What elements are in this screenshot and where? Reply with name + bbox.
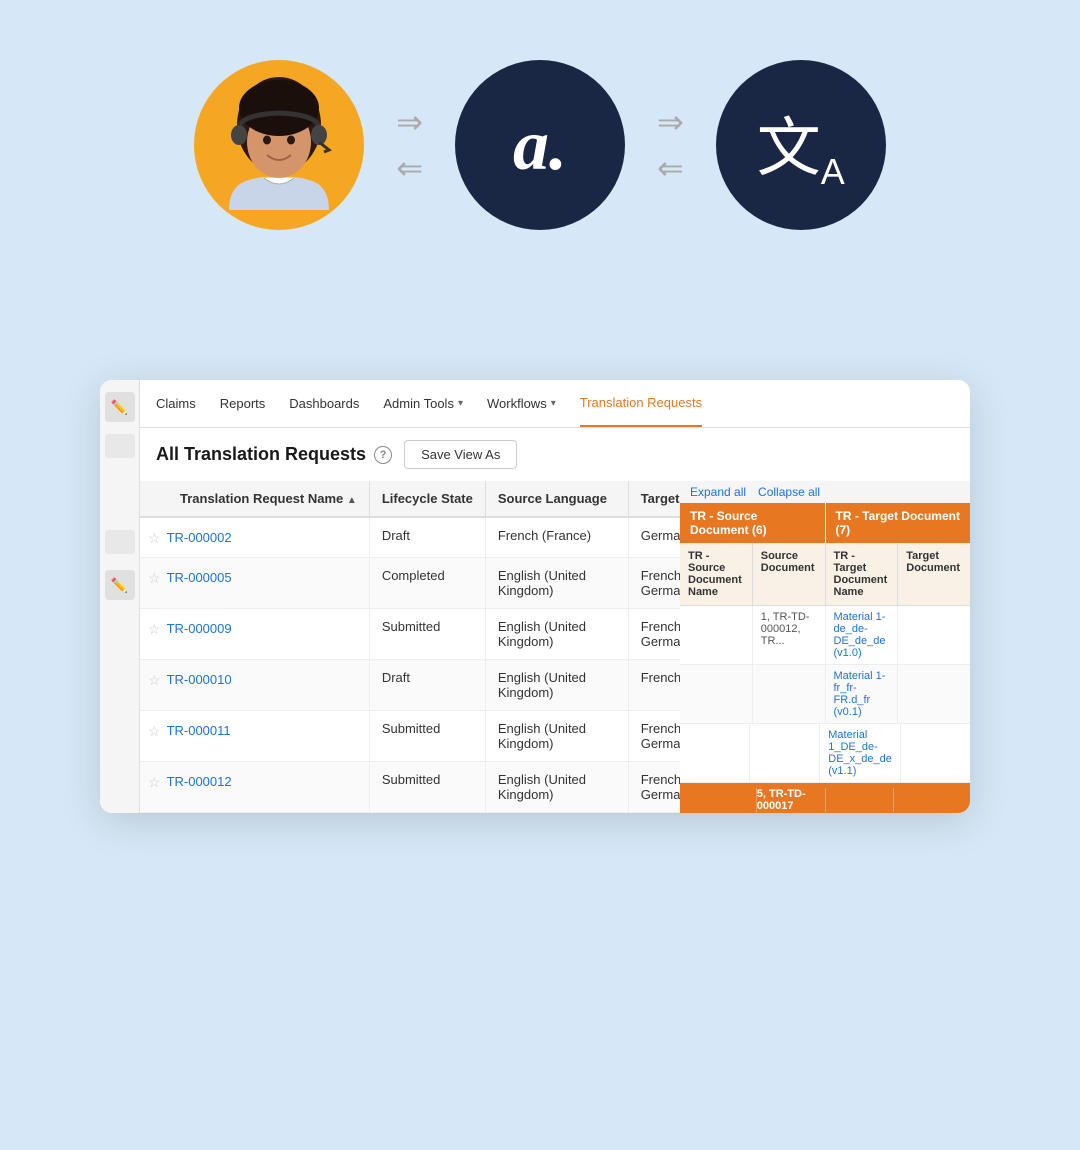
cell-name-5: ☆ TR-000011	[140, 711, 369, 762]
tr-link-4[interactable]: TR-000010	[167, 672, 232, 687]
nav-workflows[interactable]: Workflows ▾	[487, 380, 556, 427]
target-doc-header: TR - Target Document (7)	[826, 503, 971, 543]
right-panel-cell-s1	[680, 606, 753, 664]
sidebar-element-1	[105, 434, 135, 458]
col-header-source-lang: Source Language	[485, 481, 628, 517]
cell-source-6: English (United Kingdom)	[485, 762, 628, 813]
cell-lifecycle-5: Submitted	[369, 711, 485, 762]
nav-bar: Claims Reports Dashboards Admin Tools ▾ …	[140, 380, 970, 428]
nav-dashboards[interactable]: Dashboards	[289, 380, 359, 427]
cell-name-2: ☆ TR-000005	[140, 558, 369, 609]
cell-lifecycle-4: Draft	[369, 660, 485, 711]
nav-admin-tools[interactable]: Admin Tools ▾	[383, 380, 463, 427]
right-panel-cell-t1c[interactable]: Material 1-fr_fr-FR.d_fr (v0.1)	[826, 665, 899, 723]
target-doc-col2: Target Document	[898, 543, 970, 605]
star-icon-2[interactable]: ☆	[148, 570, 161, 587]
right-panel-cell-t1b	[898, 606, 970, 664]
star-icon-1[interactable]: ☆	[148, 530, 161, 547]
right-panel-row-1b: Material 1-fr_fr-FR.d_fr (v0.1)	[680, 665, 970, 724]
cell-source-5: English (United Kingdom)	[485, 711, 628, 762]
cell-lifecycle-6: Submitted	[369, 762, 485, 813]
sidebar-icon-2[interactable]: ✏️	[105, 570, 135, 600]
right-panel-row-1c: Material 1_DE_de-DE_x_de_de (v1.1)	[680, 724, 970, 783]
star-icon-6[interactable]: ☆	[148, 774, 161, 791]
tr-link-2[interactable]: TR-000005	[167, 570, 232, 585]
star-icon-3[interactable]: ☆	[148, 621, 161, 638]
cell-lifecycle-3: Submitted	[369, 609, 485, 660]
right-arrows: ⇒ ⇐	[657, 103, 684, 187]
save-view-button[interactable]: Save View As	[404, 440, 517, 469]
main-content: Claims Reports Dashboards Admin Tools ▾ …	[140, 380, 970, 813]
cell-name-3: ☆ TR-000009	[140, 609, 369, 660]
target-doc-name-col: TR - Target Document Name	[826, 543, 899, 605]
right-panel-row-1: 1, TR-TD-000012, TR... Material 1-de_de-…	[680, 606, 970, 665]
right-panel-cell-t1d[interactable]: Material 1_DE_de-DE_x_de_de (v1.1)	[820, 724, 901, 782]
right-panel-cell-t1[interactable]: Material 1-de_de-DE_de_de (v1.0)	[826, 606, 899, 664]
help-icon[interactable]: ?	[374, 446, 392, 464]
cell-lifecycle-2: Completed	[369, 558, 485, 609]
cell-lifecycle-1: Draft	[369, 517, 485, 558]
workflows-dropdown-icon: ▾	[551, 398, 556, 409]
tr-link-6[interactable]: TR-000012	[167, 774, 232, 789]
cell-source-1: French (France)	[485, 517, 628, 558]
left-arrows: ⇒ ⇐	[396, 103, 423, 187]
hero-section: ⇒ ⇐ a. ⇒ ⇐ 文A	[0, 0, 1080, 270]
cell-source-2: English (United Kingdom)	[485, 558, 628, 609]
nav-translation-requests[interactable]: Translation Requests	[580, 380, 702, 427]
expand-collapse-bar: Expand all Collapse all	[680, 481, 970, 504]
toolbar: All Translation Requests ? Save View As	[140, 428, 970, 481]
sidebar: ✏️ ✏️	[100, 380, 140, 813]
nav-reports[interactable]: Reports	[220, 380, 266, 427]
tr-link-5[interactable]: TR-000011	[167, 723, 231, 738]
col-header-name: Translation Request Name ▲	[140, 481, 369, 517]
right-panel-cell-s1b: 1, TR-TD-000012, TR...	[753, 606, 826, 664]
logo-circle: a.	[455, 60, 625, 230]
page-title: All Translation Requests ?	[156, 444, 392, 465]
logo-letter: a.	[513, 104, 567, 187]
star-icon-4[interactable]: ☆	[148, 672, 161, 689]
cell-source-4: English (United Kingdom)	[485, 660, 628, 711]
nav-claims[interactable]: Claims	[156, 380, 196, 427]
tr-link-1[interactable]: TR-000002	[167, 530, 232, 545]
translate-circle: 文A	[716, 60, 886, 230]
ui-card: ✏️ ✏️ Claims Reports Dashboards Admin To…	[100, 380, 970, 813]
collapse-all-link[interactable]: Collapse all	[758, 485, 820, 499]
right-panel-headers: TR - Source Document (6) TR - Target Doc…	[680, 503, 970, 813]
person-avatar	[194, 60, 364, 230]
admin-tools-dropdown-icon: ▾	[458, 398, 463, 409]
cell-name-6: ☆ TR-000012	[140, 762, 369, 813]
source-doc-name-col: TR - Source Document Name	[680, 543, 753, 605]
cell-name-1: ☆ TR-000002	[140, 517, 369, 558]
translate-icon: 文A	[757, 97, 845, 193]
right-panel-separator: 5, TR-TD-000017	[680, 783, 970, 813]
tr-link-3[interactable]: TR-000009	[167, 621, 232, 636]
cell-name-4: ☆ TR-000010	[140, 660, 369, 711]
star-icon-5[interactable]: ☆	[148, 723, 161, 740]
cell-source-3: English (United Kingdom)	[485, 609, 628, 660]
expand-all-link[interactable]: Expand all	[690, 485, 746, 499]
sidebar-icon-1[interactable]: ✏️	[105, 392, 135, 422]
source-doc-col2: Source Document	[753, 543, 826, 605]
sidebar-element-2	[105, 530, 135, 554]
table-container: Expand all Collapse all TR - Source Docu…	[140, 481, 970, 813]
source-doc-header: TR - Source Document (6)	[680, 503, 826, 543]
sort-icon[interactable]: ▲	[347, 495, 357, 506]
col-header-lifecycle: Lifecycle State	[369, 481, 485, 517]
